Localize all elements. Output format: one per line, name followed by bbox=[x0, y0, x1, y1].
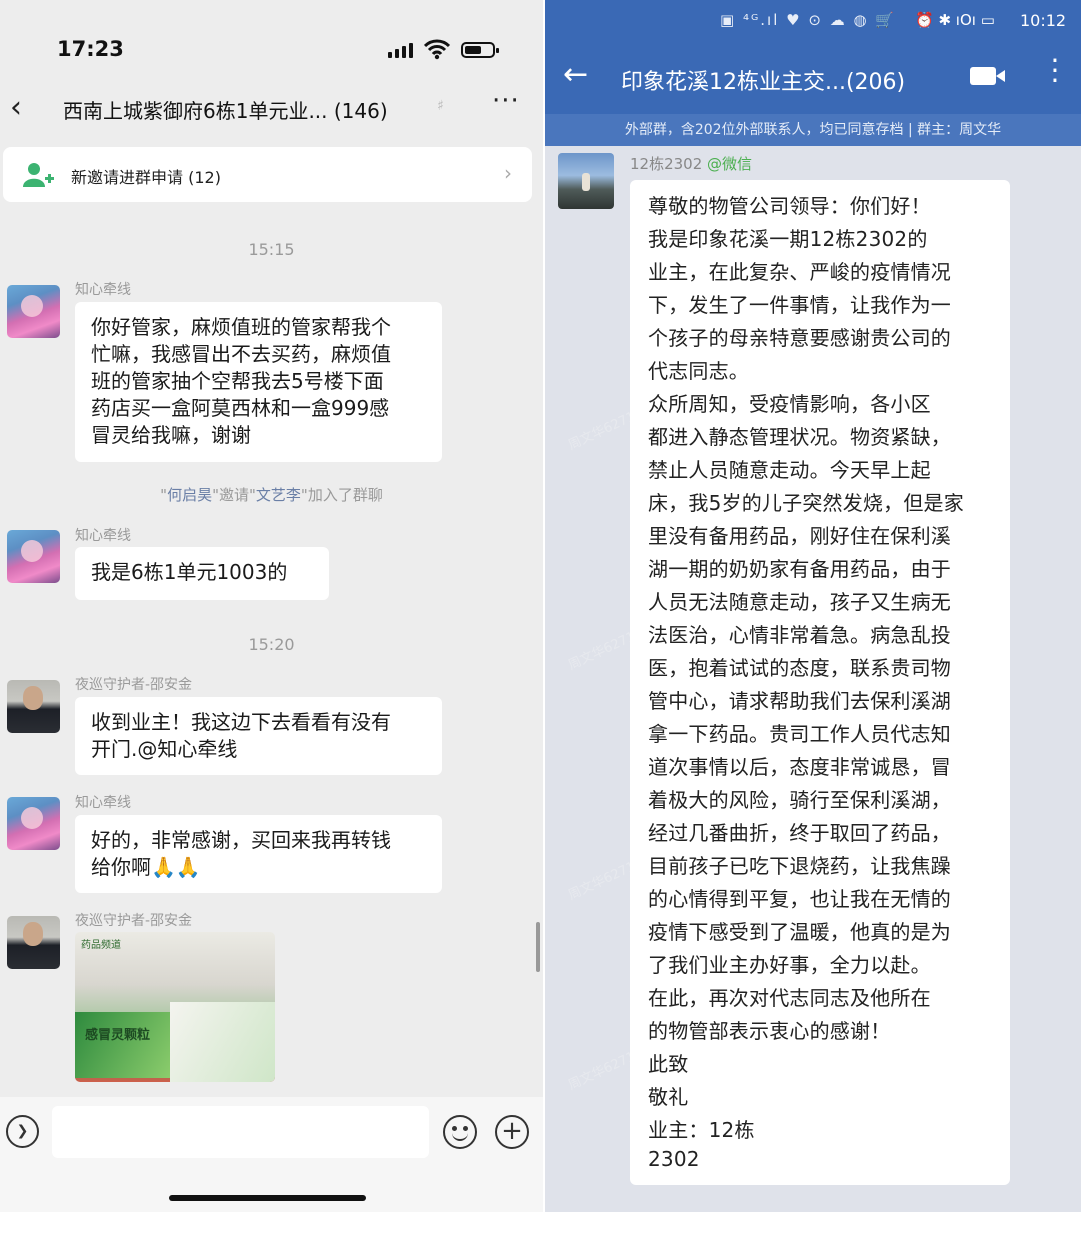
status-bar: 17:23 bbox=[0, 0, 543, 80]
letter-line: 下，发生了一件事情，让我作为一 bbox=[648, 293, 951, 317]
letter-line: 代志同志。 bbox=[648, 359, 749, 383]
watermark: 周文华6271 bbox=[566, 629, 638, 674]
message-line: 忙嘛，我感冒出不去买药，麻烦值 bbox=[91, 342, 391, 366]
letter-line: 业主，在此复杂、严峻的疫情情况 bbox=[648, 260, 951, 284]
letter-line: 拿一下药品。贵司工作人员代志知 bbox=[648, 722, 951, 746]
back-chevron-icon[interactable]: ‹ bbox=[10, 90, 22, 125]
sender-name: 知心牵线 bbox=[75, 795, 131, 811]
message-line: 开门.@知心牵线 bbox=[91, 737, 238, 761]
message-line: 药店买一盒阿莫西林和一盒999感 bbox=[91, 396, 390, 420]
sender-name: 知心牵线 bbox=[75, 528, 131, 544]
letter-line: 人员无法随意走动，孩子又生病无 bbox=[648, 590, 951, 614]
message-line: 班的管家抽个空帮我去5号楼下面 bbox=[91, 369, 384, 393]
invite-banner-label: 新邀请进群申请 (12) bbox=[71, 168, 221, 187]
battery-icon bbox=[461, 42, 499, 58]
signal-icon bbox=[388, 43, 413, 58]
chevron-right-icon: › bbox=[504, 161, 512, 185]
inviter-name[interactable]: 何启昊 bbox=[167, 486, 212, 504]
image-message[interactable]: 药品频道 感冒灵颗粒 bbox=[75, 932, 275, 1082]
letter-line: 里没有备用药品，刚好住在保利溪 bbox=[648, 524, 951, 548]
chat-header: ‹ 西南上城紫御府6栋1单元业... (146) ♯ ··· bbox=[0, 82, 543, 132]
letter-line: 的物管部表示衷心的感谢！ bbox=[648, 1019, 891, 1043]
sender-name: 夜巡守护者-邵安金 bbox=[75, 913, 193, 929]
message-line: 我是6栋1单元1003的 bbox=[91, 560, 288, 584]
avatar[interactable] bbox=[7, 530, 60, 583]
sender-name: 夜巡守护者-邵安金 bbox=[75, 677, 193, 693]
invite-requests-banner[interactable]: 新邀请进群申请 (12) › bbox=[3, 147, 532, 202]
message-timestamp: 15:15 bbox=[248, 240, 295, 259]
letter-line: 管中心，请求帮助我们去保利溪湖 bbox=[648, 689, 951, 713]
letter-line: 床，我5岁的儿子突然发烧，但是家 bbox=[648, 491, 964, 515]
letter-line: 此致 bbox=[648, 1052, 689, 1076]
chat-header: ▣ ⁴ᴳ.ıl ♥ ⊙ ☁ ◍ 🛒 ⏰ ✱ ıOı ▭ 10:12 ← 印象花溪… bbox=[545, 0, 1081, 114]
letter-line: 道次事情以后，态度非常诚恳，冒 bbox=[648, 755, 951, 779]
message-timestamp: 15:20 bbox=[248, 635, 295, 654]
sender-name: 12栋2302 @微信 bbox=[630, 155, 753, 173]
group-info-bar: 外部群，含202位外部联系人，均已同意存档 | 群主：周文华 bbox=[545, 114, 1081, 146]
group-title[interactable]: 西南上城紫御府6栋1单元业... (146) bbox=[63, 95, 388, 124]
avatar[interactable] bbox=[7, 680, 60, 733]
home-indicator bbox=[169, 1195, 366, 1201]
letter-line: 的心情得到平复，也让我在无情的 bbox=[648, 887, 951, 911]
sender-name: 知心牵线 bbox=[75, 282, 131, 298]
avatar[interactable] bbox=[7, 285, 60, 338]
watermark: 周文华6271 bbox=[566, 409, 638, 454]
more-button[interactable]: ··· bbox=[492, 86, 520, 116]
message-bubble[interactable]: 好的，非常感谢，买回来我再转钱 给你啊🙏🙏 bbox=[75, 815, 442, 893]
more-menu-icon[interactable]: · · · bbox=[1050, 47, 1060, 95]
wifi-icon bbox=[424, 39, 450, 60]
avatar[interactable] bbox=[7, 916, 60, 969]
message-input[interactable] bbox=[52, 1106, 429, 1158]
status-icons: ▣ ⁴ᴳ.ıl ♥ ⊙ ☁ ◍ 🛒 bbox=[720, 11, 896, 29]
add-user-icon bbox=[23, 163, 54, 187]
message-bubble[interactable]: 收到业主！我这边下去看看有没有 开门.@知心牵线 bbox=[75, 697, 442, 775]
letter-line: 经过几番曲折，终于取回了药品， bbox=[648, 821, 951, 845]
letter-line: 法医治，心情非常着急。病急乱投 bbox=[648, 623, 951, 647]
watermark: 周文华6271 bbox=[566, 1049, 638, 1094]
message-line: 给你啊🙏🙏 bbox=[91, 855, 201, 879]
letter-line: 湖一期的奶奶家有备用药品，由于 bbox=[648, 557, 951, 581]
back-arrow-icon[interactable]: ← bbox=[563, 57, 588, 92]
message-line: 你好管家，麻烦值班的管家帮我个 bbox=[91, 315, 391, 339]
status-system-icons: ⏰ ✱ ıOı ▭ bbox=[915, 11, 995, 29]
letter-line: 疫情下感受到了温暖，他真的是为 bbox=[648, 920, 951, 944]
avatar[interactable] bbox=[558, 153, 614, 209]
input-bar: ❯ + bbox=[0, 1097, 543, 1212]
letter-line: 着极大的风险，骑行至保利溪湖， bbox=[648, 788, 951, 812]
message-line: 收到业主！我这边下去看看有没有 bbox=[91, 710, 391, 734]
letter-line: 了我们业主办好事，全力以赴。 bbox=[648, 953, 931, 977]
letter-line: 业主：12栋 bbox=[648, 1118, 755, 1142]
message-bubble[interactable]: 你好管家，麻烦值班的管家帮我个 忙嘛，我感冒出不去买药，麻烦值 班的管家抽个空帮… bbox=[75, 302, 442, 462]
letter-line: 都进入静态管理状况。物资紧缺， bbox=[648, 425, 951, 449]
letter-line: 2302 bbox=[648, 1147, 700, 1171]
letter-line: 众所周知，受疫情影响，各小区 bbox=[648, 392, 931, 416]
letter-line: 尊敬的物管公司领导：你们好！ bbox=[648, 194, 931, 218]
plus-icon[interactable]: + bbox=[495, 1115, 529, 1149]
letter-line: 禁止人员随意走动。今天早上起 bbox=[648, 458, 931, 482]
avatar[interactable] bbox=[7, 797, 60, 850]
voice-icon[interactable]: ❯ bbox=[6, 1115, 39, 1148]
letter-line: 个孩子的母亲特意要感谢贵公司的 bbox=[648, 326, 951, 350]
letter-line: 敬礼 bbox=[648, 1085, 689, 1109]
system-message: "何启昊"邀请"文艺李"加入了群聊 bbox=[160, 486, 383, 504]
scrollbar[interactable] bbox=[536, 922, 540, 972]
group-title[interactable]: 印象花溪12栋业主交...(206) bbox=[621, 64, 905, 96]
watermark: 周文华6271 bbox=[566, 859, 638, 904]
message-line: 冒灵给我嘛，谢谢 bbox=[91, 423, 251, 447]
message-line: 好的，非常感谢，买回来我再转钱 bbox=[91, 828, 391, 852]
invitee-name[interactable]: 文艺李 bbox=[256, 486, 301, 504]
letter-line: 我是印象花溪一期12栋2302的 bbox=[648, 227, 928, 251]
mute-bell-icon: ♯ bbox=[437, 98, 444, 114]
message-bubble[interactable]: 我是6栋1单元1003的 bbox=[75, 547, 329, 600]
letter-line: 在此，再次对代志同志及他所在 bbox=[648, 986, 931, 1010]
emoji-icon[interactable] bbox=[443, 1115, 477, 1149]
letter-line: 目前孩子已吃下退烧药，让我焦躁 bbox=[648, 854, 951, 878]
status-time: 17:23 bbox=[57, 37, 124, 61]
status-time: 10:12 bbox=[1020, 11, 1067, 30]
right-phone-screen: ▣ ⁴ᴳ.ıl ♥ ⊙ ☁ ◍ 🛒 ⏰ ✱ ıOı ▭ 10:12 ← 印象花溪… bbox=[545, 0, 1081, 1212]
video-call-icon[interactable] bbox=[970, 67, 1005, 85]
letter-line: 医，抱着试试的态度，联系贵司物 bbox=[648, 656, 951, 680]
left-phone-screen: 17:23 ‹ 西南上城紫御府6栋1单元业... (146) ♯ ··· 新邀请… bbox=[0, 0, 543, 1212]
